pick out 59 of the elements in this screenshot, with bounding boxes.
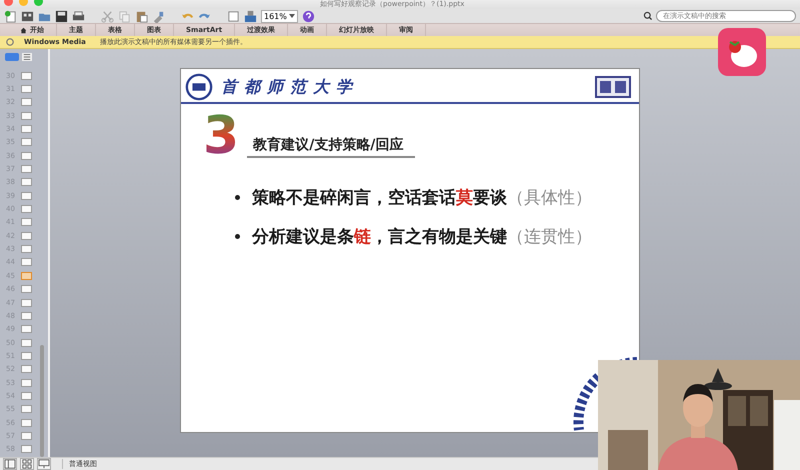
slide-thumbnail[interactable] (21, 432, 32, 440)
zoom-field[interactable]: 161% (261, 10, 298, 22)
save-icon[interactable] (55, 10, 68, 22)
slide-thumbnail[interactable] (21, 245, 32, 254)
search-icon[interactable] (643, 11, 653, 21)
slide-thumbnail[interactable] (21, 365, 32, 374)
slide-thumbnail[interactable] (21, 85, 32, 94)
new-document-icon[interactable] (4, 10, 17, 22)
caret-icon (288, 13, 295, 19)
slide-thumbnail[interactable] (21, 392, 32, 400)
slide-thumbnail[interactable] (21, 218, 32, 226)
slide-thumbnail[interactable] (21, 378, 32, 387)
slide-thumbnail[interactable] (21, 418, 32, 427)
bullet-dot (235, 234, 240, 239)
slide-thumbnail[interactable] (21, 192, 32, 200)
slide-thumbnail[interactable] (21, 338, 32, 347)
slide-thumbnail[interactable] (21, 325, 32, 334)
slide-thumbnail[interactable] (21, 152, 32, 160)
slide-thumbnail[interactable] (21, 205, 32, 214)
normal-view-icon[interactable] (3, 458, 17, 470)
media-icon[interactable] (244, 10, 257, 22)
university-name: 首都师范大学 (221, 76, 359, 98)
slide-thumbnail[interactable] (21, 138, 32, 146)
help-icon[interactable] (302, 10, 315, 22)
slide-thumbnail[interactable] (21, 258, 32, 266)
slide-thumbnail[interactable] (21, 98, 32, 106)
bullet-dot (235, 195, 240, 200)
bullet-text: 策略不是碎闲言，空话套话莫要谈（具体性） (252, 187, 592, 209)
paste-icon[interactable] (135, 10, 148, 22)
slide-heading: 教育建议/支持策略/回应 (247, 136, 416, 158)
slide-thumbnail[interactable] (21, 232, 32, 240)
slide-thumbnail[interactable] (21, 272, 32, 280)
slide-thumbnail[interactable] (21, 125, 32, 134)
warning-icon (6, 38, 14, 46)
slide-thumbnail[interactable] (21, 112, 32, 120)
sorter-view-icon[interactable] (20, 458, 34, 470)
slide-icon[interactable] (227, 10, 240, 22)
brush-icon[interactable] (152, 10, 165, 22)
slide-thumbnail[interactable] (21, 312, 32, 320)
university-seal-icon (185, 73, 213, 101)
slide-thumbnail[interactable] (21, 298, 32, 307)
slide-thumbnail[interactable] (21, 165, 32, 174)
slide-thumbnail[interactable] (21, 72, 32, 80)
cut-icon[interactable] (101, 10, 114, 22)
slide-thumbnail[interactable] (21, 178, 32, 186)
bullet-text: 分析建议是条链，言之有物是关键（连贯性） (252, 226, 592, 248)
gallery-icon[interactable] (21, 10, 34, 22)
slide-thumbnail[interactable] (21, 445, 32, 454)
emblem-icon (595, 76, 631, 98)
slide-thumbnail[interactable] (21, 405, 32, 414)
scrollbar[interactable] (40, 345, 44, 457)
copy-icon[interactable] (118, 10, 131, 22)
cake-app-icon (718, 28, 766, 76)
slideshow-view-icon[interactable] (37, 458, 51, 470)
home-icon (20, 26, 27, 34)
slide-thumbnail[interactable] (21, 285, 32, 294)
slide-thumbnail[interactable] (21, 352, 32, 360)
print-icon[interactable] (72, 10, 85, 22)
outline-view-icon[interactable] (22, 53, 32, 61)
